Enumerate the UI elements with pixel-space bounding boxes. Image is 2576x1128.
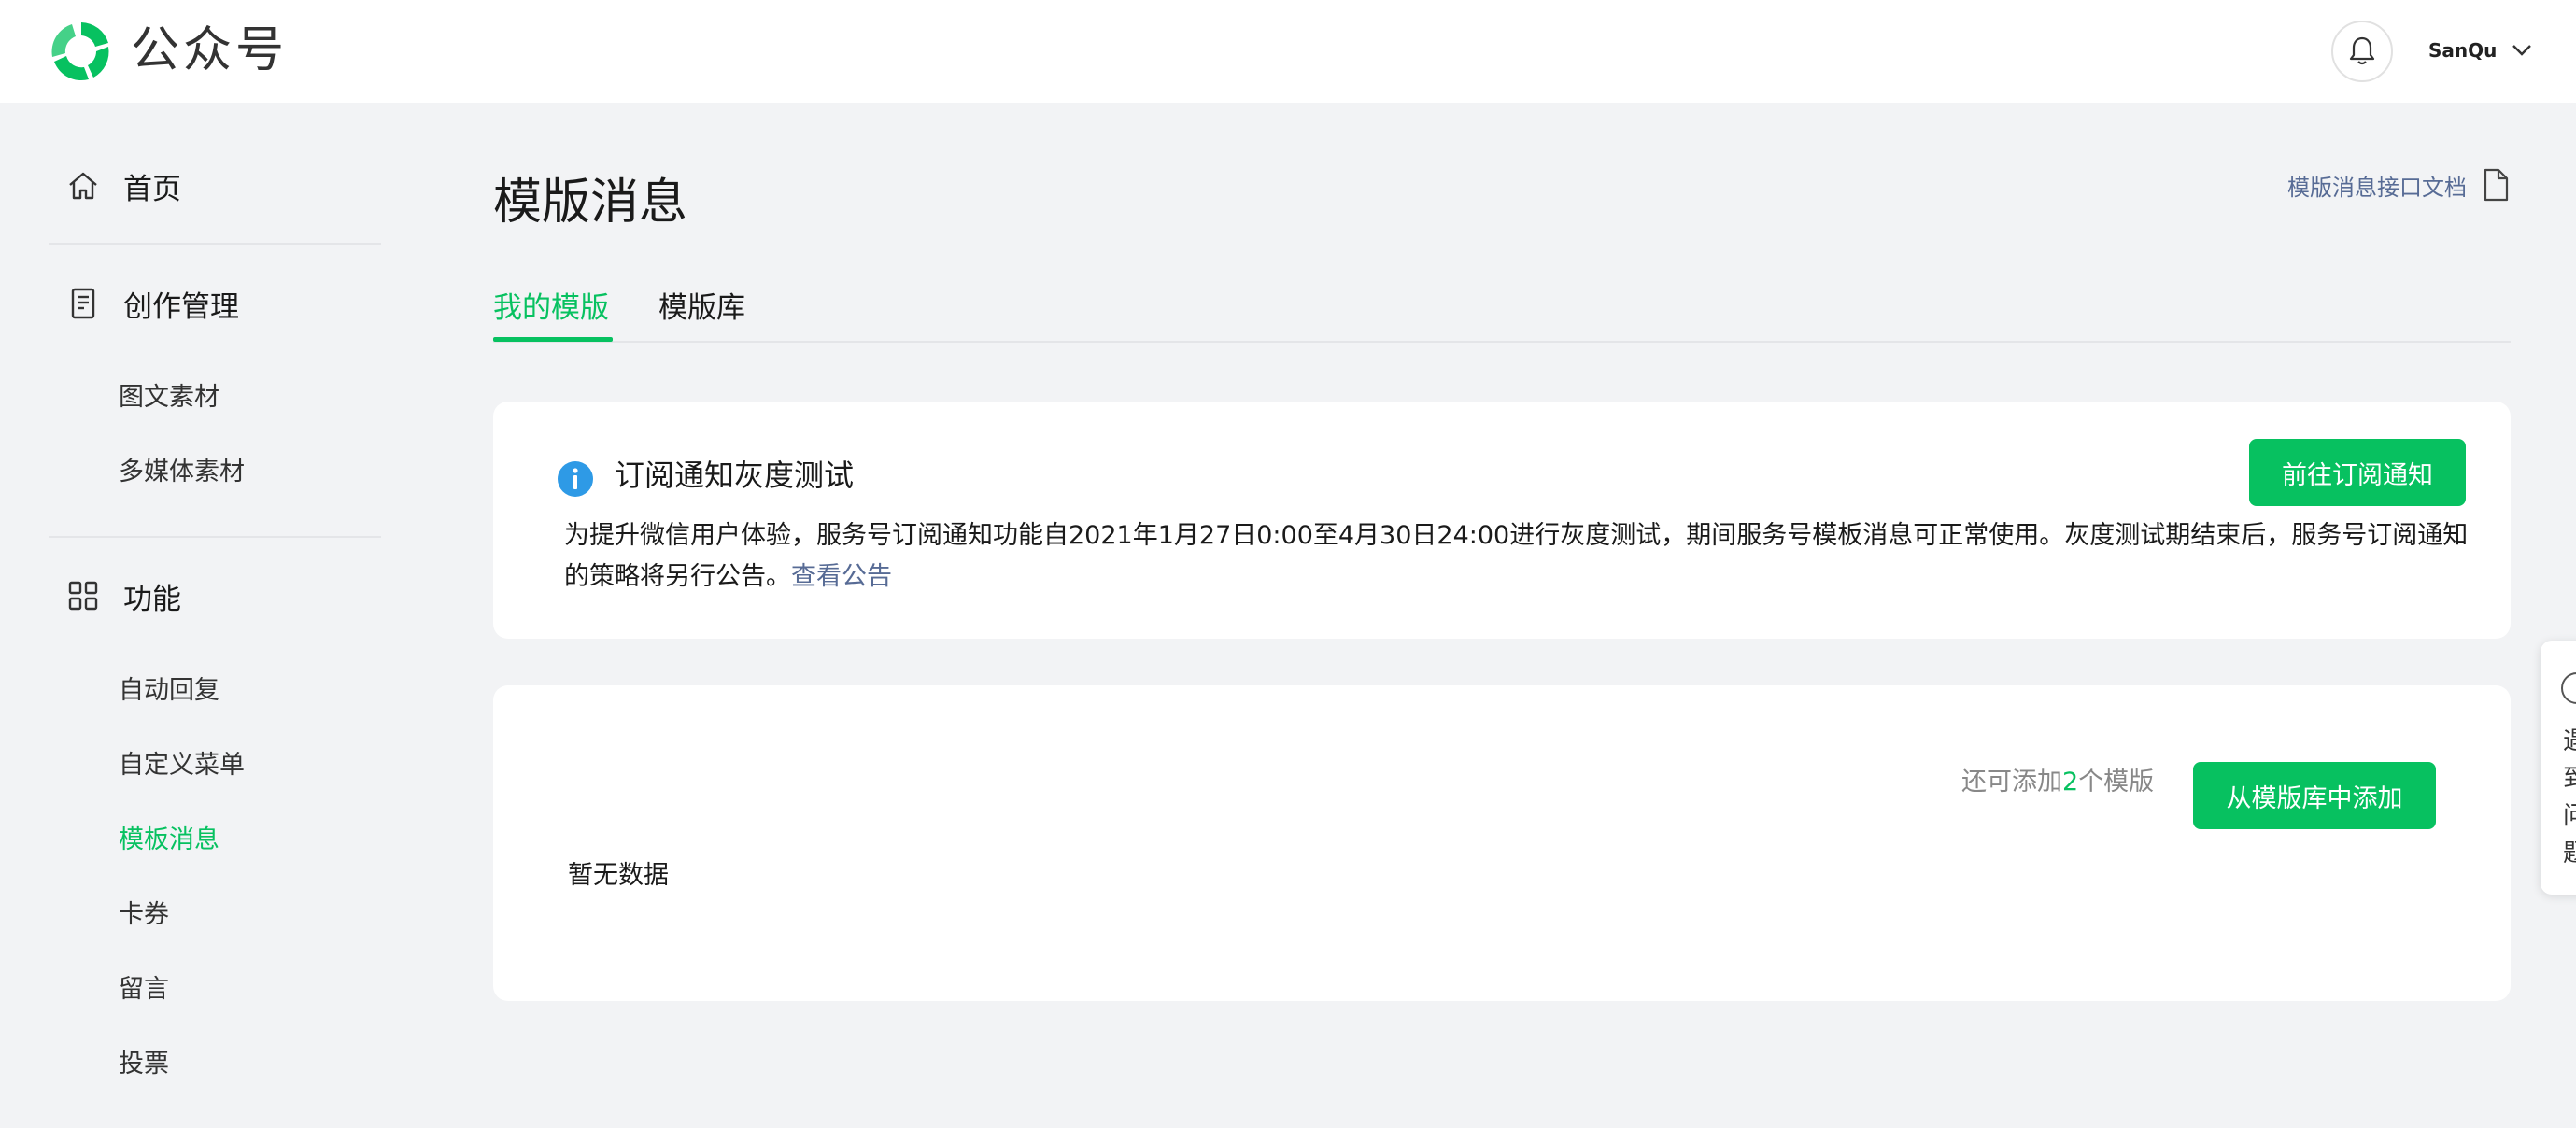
- template-quota: 还可添加2个模版: [1961, 762, 2154, 803]
- view-announcement-link[interactable]: 查看公告: [791, 562, 892, 591]
- tab-bar: 我的模版 模版库: [493, 280, 2511, 343]
- home-icon: [65, 168, 101, 204]
- chevron-down-icon: [2512, 45, 2532, 56]
- sidebar: 首页 创作管理 图文素材 多媒体素材 功能 自动回复 自定义菜单 模板消息 卡券…: [0, 103, 430, 1128]
- tab-my-templates[interactable]: 我的模版: [493, 284, 609, 332]
- sidebar-item-comments[interactable]: 留言: [119, 971, 169, 1008]
- add-from-library-button[interactable]: 从模版库中添加: [2193, 762, 2436, 829]
- notice-title: 订阅通知灰度测试: [615, 458, 855, 493]
- quota-suffix: 个模版: [2078, 768, 2155, 797]
- sidebar-section-creation[interactable]: 创作管理: [65, 280, 239, 327]
- top-bar: 公众号 SanQu: [0, 0, 2576, 103]
- brand-title: 公众号: [131, 22, 289, 78]
- wechat-official-account-logo-icon[interactable]: [49, 19, 114, 84]
- sidebar-divider: [49, 536, 381, 538]
- floating-help-panel[interactable]: 遇到问题: [2541, 641, 2576, 895]
- notifications-button[interactable]: [2331, 21, 2393, 82]
- sidebar-item-voting[interactable]: 投票: [119, 1046, 169, 1083]
- sidebar-item-template-messages[interactable]: 模板消息: [119, 822, 219, 859]
- api-docs-link-label: 模版消息接口文档: [2287, 174, 2467, 201]
- sidebar-item-coupons[interactable]: 卡券: [119, 896, 169, 934]
- notice-body: 为提升微信用户体验，服务号订阅通知功能自2021年1月27日0:00至4月30日…: [564, 515, 2479, 598]
- sidebar-item-article-materials[interactable]: 图文素材: [119, 379, 219, 416]
- sidebar-divider: [49, 243, 381, 245]
- floating-help-label: 遇到问题: [2563, 727, 2576, 867]
- sidebar-item-custom-menu[interactable]: 自定义菜单: [119, 747, 245, 784]
- sidebar-item-auto-reply[interactable]: 自动回复: [119, 672, 219, 710]
- quota-prefix: 还可添加: [1961, 768, 2062, 797]
- empty-state-text: 暂无数据: [568, 861, 669, 890]
- sidebar-item-media-materials[interactable]: 多媒体素材: [119, 454, 245, 491]
- help-icon: [2561, 672, 2576, 704]
- sidebar-section-label: 功能: [123, 582, 181, 616]
- active-tab-indicator: [493, 337, 613, 342]
- sidebar-section-features[interactable]: 功能: [65, 572, 181, 619]
- sidebar-item-home[interactable]: 首页: [65, 162, 181, 209]
- sidebar-section-label: 创作管理: [123, 289, 239, 324]
- grid-icon: [65, 578, 101, 613]
- api-docs-link[interactable]: 模版消息接口文档: [2287, 164, 2510, 205]
- bell-icon: [2349, 36, 2375, 65]
- info-icon: [558, 461, 593, 497]
- page-title: 模版消息: [493, 175, 688, 231]
- templates-card: 还可添加2个模版 从模版库中添加 暂无数据: [493, 685, 2511, 1001]
- document-icon: [65, 286, 101, 321]
- sidebar-item-label: 首页: [123, 172, 181, 206]
- tab-template-library[interactable]: 模版库: [658, 284, 745, 332]
- file-icon: [2484, 168, 2509, 202]
- quota-count: 2: [2062, 768, 2079, 797]
- username: SanQu: [2428, 39, 2498, 62]
- user-menu[interactable]: SanQu: [2428, 34, 2532, 67]
- notice-card: 订阅通知灰度测试 前往订阅通知 为提升微信用户体验，服务号订阅通知功能自2021…: [493, 402, 2511, 639]
- go-to-subscription-button[interactable]: 前往订阅通知: [2249, 439, 2466, 506]
